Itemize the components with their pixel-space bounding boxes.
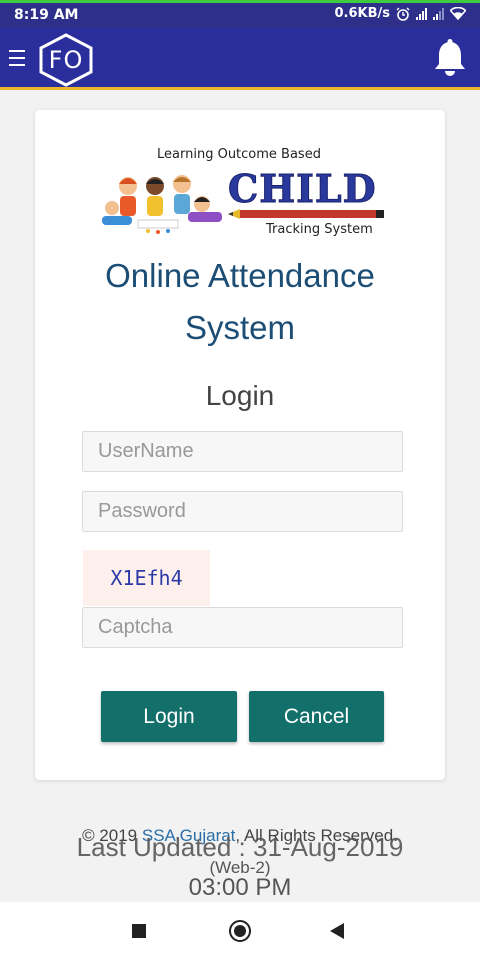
net-speed: 0.6KB/s [334,6,391,21]
login-button[interactable]: Login [101,691,237,742]
page-title: Online Attendance System [35,250,445,354]
brand-name: CHILD [228,166,377,212]
page-title-line-2: System [184,309,296,346]
signal-secondary-icon [433,7,444,20]
login-heading: Login [205,380,275,411]
status-indicators: 0.6KB/s [334,6,466,21]
brand-subline: Tracking System [266,222,373,237]
status-bar-accent [0,0,480,3]
page-title-line-1: Online Attendance [105,257,375,294]
password-input[interactable] [82,491,403,532]
status-time: 8:19 AM [14,7,79,23]
captcha-input[interactable] [82,607,403,648]
back-icon[interactable] [330,923,344,939]
captcha-image: X1Efh4 [83,550,210,606]
pencil-icon [228,209,384,219]
signal-icon [416,7,427,20]
username-input[interactable] [82,431,403,472]
app-bar: FO [0,28,480,90]
alarm-icon [396,7,410,21]
status-bar: 8:19 AM 0.6KB/s [0,0,480,28]
menu-icon[interactable] [9,50,25,66]
app-logo[interactable]: FO [36,32,96,88]
cancel-button[interactable]: Cancel [249,691,384,742]
wifi-icon [450,7,466,20]
recents-icon[interactable] [132,924,146,938]
bell-icon[interactable] [432,38,468,78]
logo-text: FO [48,46,84,74]
system-nav-bar [0,902,480,960]
updated-time-text: 03:00 PM [188,874,292,901]
brand-tagline: Learning Outcome Based [157,147,321,162]
children-illustration-icon [102,175,222,234]
home-icon[interactable] [229,920,251,942]
